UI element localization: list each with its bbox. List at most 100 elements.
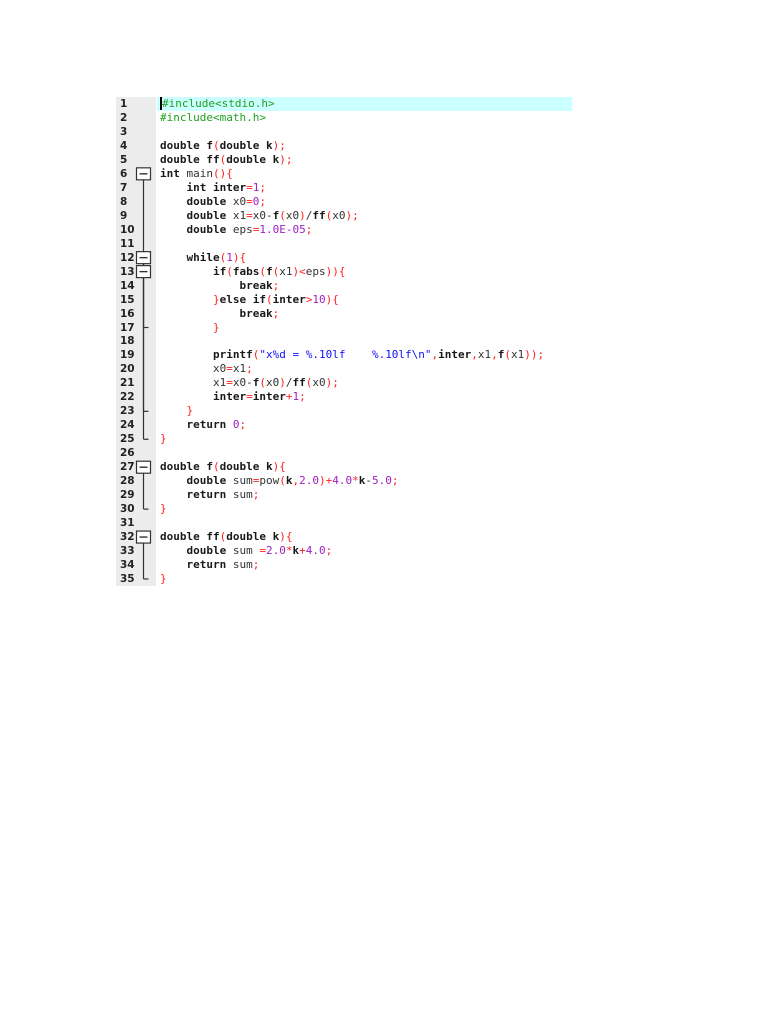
- code-line[interactable]: 23 }: [116, 404, 572, 418]
- code-line[interactable]: 2 #include<math.h>: [116, 111, 572, 125]
- token-op: }: [212, 320, 220, 334]
- token-op: ): [319, 474, 326, 488]
- line-code[interactable]: [157, 334, 572, 348]
- token-op: }: [212, 292, 220, 306]
- line-code[interactable]: }else if(inter>10){: [157, 293, 572, 307]
- code-line[interactable]: 33 double sum =2.0*k+4.0;: [116, 544, 572, 558]
- token-num: 1.0E-05: [259, 222, 306, 236]
- code-line[interactable]: 9 double x1=x0-f(x0)/ff(x0);: [116, 209, 572, 223]
- code-line[interactable]: 11: [116, 237, 572, 251]
- token-num: 2.0: [266, 544, 286, 558]
- line-code[interactable]: int main(){: [157, 167, 572, 181]
- line-code[interactable]: double x0=0;: [157, 195, 572, 209]
- code-line[interactable]: 19 printf("x%d = %.10lf %.10lf\n",inter,…: [116, 348, 572, 362]
- code-line[interactable]: 16 break;: [116, 307, 572, 321]
- token-op: *: [352, 474, 359, 488]
- line-code[interactable]: }: [157, 502, 572, 516]
- token-op: {: [285, 530, 293, 544]
- token-pre: #include<math.h>: [160, 110, 266, 124]
- code-line[interactable]: 15 }else if(inter>10){: [116, 293, 572, 307]
- token-op: ): [332, 264, 339, 278]
- code-line[interactable]: 3: [116, 125, 572, 139]
- code-line[interactable]: 28 double sum=pow(k,2.0)+4.0*k-5.0;: [116, 474, 572, 488]
- line-code[interactable]: while(1){: [157, 251, 572, 265]
- line-code[interactable]: x0=x1;: [157, 362, 572, 376]
- code-line[interactable]: 20 x0=x1;: [116, 362, 572, 376]
- code-line[interactable]: 8 double x0=0;: [116, 195, 572, 209]
- code-line[interactable]: 7 int inter=1;: [116, 181, 572, 195]
- code-line[interactable]: 29 return sum;: [116, 488, 572, 502]
- token-op: }: [160, 571, 167, 585]
- code-line[interactable]: 4 double f(double k);: [116, 139, 572, 153]
- token-pre: #include<stdio.h>: [160, 97, 275, 110]
- token-id: x0: [312, 376, 326, 390]
- line-code[interactable]: double sum=pow(k,2.0)+4.0*k-5.0;: [157, 474, 572, 488]
- line-code[interactable]: inter=inter+1;: [157, 390, 572, 404]
- token-kw: inter: [438, 348, 472, 362]
- code-line[interactable]: 24 return 0;: [116, 418, 572, 432]
- line-code[interactable]: #include<stdio.h>: [157, 97, 572, 111]
- token-id: x0: [252, 208, 266, 222]
- token-id: [246, 293, 253, 306]
- token-id: sum: [232, 474, 253, 488]
- token-id: [160, 544, 187, 557]
- token-op: ): [530, 348, 538, 362]
- token-num: 5.0: [372, 474, 392, 488]
- line-code[interactable]: }: [157, 572, 572, 586]
- line-code[interactable]: #include<math.h>: [157, 111, 572, 125]
- code-line[interactable]: 5 double ff(double k);: [116, 153, 572, 167]
- line-code[interactable]: double ff(double k){: [157, 530, 572, 544]
- line-code[interactable]: [157, 446, 572, 460]
- code-line[interactable]: 13 if(fabs(f(x1)<eps)){: [116, 265, 572, 279]
- code-line[interactable]: 25}: [116, 432, 572, 446]
- token-id: [259, 139, 266, 152]
- line-code[interactable]: double eps=1.0E-05;: [157, 223, 572, 237]
- code-line[interactable]: 18: [116, 334, 572, 348]
- line-code[interactable]: break;: [157, 307, 572, 321]
- code-line[interactable]: 14 break;: [116, 279, 572, 293]
- line-code[interactable]: }: [157, 321, 572, 335]
- token-op: (: [265, 292, 273, 306]
- line-code[interactable]: double f(double k){: [157, 460, 572, 474]
- code-line[interactable]: 32 double ff(double k){: [116, 530, 572, 544]
- code-line[interactable]: 12 while(1){: [116, 251, 572, 265]
- code-line[interactable]: 1 #include<stdio.h>: [116, 97, 572, 111]
- line-code[interactable]: [157, 125, 572, 139]
- token-str: "x%d = %.10lf %.10lf\n": [259, 348, 432, 362]
- code-line[interactable]: 10 double eps=1.0E-05;: [116, 223, 572, 237]
- code-line[interactable]: 34 return sum;: [116, 558, 572, 572]
- token-id: x0: [232, 194, 247, 208]
- line-code[interactable]: [157, 516, 572, 530]
- code-line[interactable]: 6 int main(){: [116, 167, 572, 181]
- line-code[interactable]: return sum;: [157, 558, 572, 572]
- line-code[interactable]: double f(double k);: [157, 139, 572, 153]
- line-code[interactable]: double sum =2.0*k+4.0;: [157, 544, 572, 558]
- code-line[interactable]: 35}: [116, 572, 572, 586]
- line-code[interactable]: double x1=x0-f(x0)/ff(x0);: [157, 209, 572, 223]
- token-op: (: [213, 138, 220, 152]
- token-op: {: [332, 292, 339, 306]
- token-id: [226, 209, 233, 222]
- code-line[interactable]: 31: [116, 516, 572, 530]
- line-code[interactable]: if(fabs(f(x1)<eps)){: [157, 265, 572, 279]
- line-code[interactable]: int inter=1;: [157, 181, 572, 195]
- line-code[interactable]: x1=x0-f(x0)/ff(x0);: [157, 376, 572, 390]
- code-line[interactable]: 30}: [116, 502, 572, 516]
- token-id: [160, 390, 213, 403]
- line-code[interactable]: }: [157, 404, 572, 418]
- code-line[interactable]: 17 }: [116, 321, 572, 335]
- line-code[interactable]: printf("x%d = %.10lf %.10lf\n",inter,x1,…: [157, 348, 572, 362]
- token-op: ;: [239, 418, 247, 432]
- line-code[interactable]: }: [157, 432, 572, 446]
- line-code[interactable]: return sum;: [157, 488, 572, 502]
- token-id: -: [266, 208, 273, 222]
- line-code[interactable]: double ff(double k);: [157, 153, 572, 167]
- code-line[interactable]: 26: [116, 446, 572, 460]
- line-code[interactable]: return 0;: [157, 418, 572, 432]
- line-code[interactable]: break;: [157, 279, 572, 293]
- token-id: [226, 544, 233, 557]
- code-line[interactable]: 27 double f(double k){: [116, 460, 572, 474]
- line-code[interactable]: [157, 237, 572, 251]
- code-line[interactable]: 22 inter=inter+1;: [116, 390, 572, 404]
- code-line[interactable]: 21 x1=x0-f(x0)/ff(x0);: [116, 376, 572, 390]
